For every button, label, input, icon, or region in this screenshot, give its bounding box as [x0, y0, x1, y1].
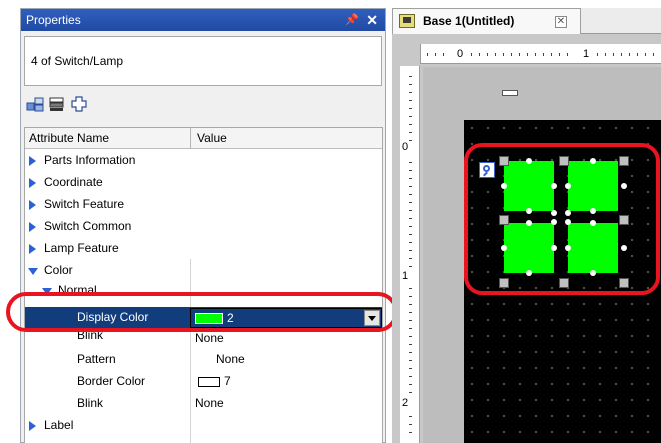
- close-icon[interactable]: ✕: [366, 9, 378, 31]
- ruler-label: 1: [583, 48, 590, 60]
- screen-tab-marker: [502, 90, 518, 96]
- row-coordinate[interactable]: Coordinate: [25, 172, 382, 194]
- selection-info-box: 4 of Switch/Lamp: [24, 36, 382, 86]
- row-label: Label: [44, 418, 74, 432]
- categorize-icon[interactable]: [26, 95, 44, 113]
- properties-toolbar: [24, 89, 382, 119]
- row-value: 7: [224, 374, 231, 388]
- row-color[interactable]: Color: [25, 260, 382, 282]
- tab-base-1[interactable]: Base 1(Untitled) ✕: [392, 8, 581, 34]
- row-label: Coordinate: [44, 175, 103, 189]
- properties-title: Properties: [26, 13, 81, 27]
- row-label: Border Color: [77, 374, 146, 388]
- row-lamp-feature[interactable]: Lamp Feature: [25, 238, 382, 260]
- color-swatch: [198, 377, 220, 387]
- row-label: Lamp Feature: [44, 241, 119, 255]
- add-icon[interactable]: [70, 95, 88, 113]
- row-switch-common[interactable]: Switch Common: [25, 216, 382, 238]
- row-value: None: [195, 331, 224, 345]
- header-separator[interactable]: [190, 128, 191, 149]
- expand-arrow-icon[interactable]: [29, 156, 36, 166]
- highlight-selected-parts: [464, 143, 660, 295]
- collapse-arrow-icon[interactable]: [28, 268, 38, 275]
- row-label: Blink: [77, 396, 104, 410]
- ruler-label: 0: [457, 48, 464, 60]
- grid-header: Attribute Name Value: [25, 128, 382, 149]
- row-switch-feature[interactable]: Switch Feature: [25, 194, 382, 216]
- expand-arrow-icon[interactable]: [29, 178, 36, 188]
- row-label: Switch Feature: [44, 197, 125, 211]
- row-label: Parts Information: [44, 153, 136, 167]
- header-attribute-name[interactable]: Attribute Name: [29, 131, 109, 145]
- row-label: Blink: [77, 331, 104, 342]
- row-label: Color: [44, 263, 73, 277]
- ruler-label: 0: [402, 141, 409, 153]
- header-value[interactable]: Value: [197, 131, 227, 145]
- row-value: None: [195, 396, 224, 410]
- ruler-label: 1: [402, 270, 409, 282]
- tab-close-icon[interactable]: ✕: [555, 16, 567, 28]
- row-label-group[interactable]: Label: [25, 415, 382, 437]
- properties-titlebar: Properties 📌 ✕: [21, 9, 385, 31]
- expand-arrow-icon[interactable]: [29, 200, 36, 210]
- vertical-ruler: 0 1 2: [400, 66, 420, 443]
- expand-arrow-icon[interactable]: [29, 222, 36, 232]
- row-blink-2[interactable]: Blink None: [25, 393, 382, 415]
- expand-arrow-icon[interactable]: [29, 244, 36, 254]
- row-parts-information[interactable]: Parts Information: [25, 150, 382, 172]
- attribute-grid: Attribute Name Value Parts Information C…: [24, 127, 383, 443]
- highlight-display-color: [6, 292, 398, 332]
- row-value: None: [216, 352, 245, 366]
- row-pattern[interactable]: Pattern None: [25, 349, 382, 371]
- screen-icon: [399, 14, 415, 28]
- editor-area: 0 1 0 1 2: [392, 34, 661, 443]
- horizontal-ruler: 0 1: [420, 44, 661, 64]
- row-blink[interactable]: Blink None: [25, 331, 382, 347]
- row-label: Switch Common: [44, 219, 132, 233]
- row-border-color[interactable]: Border Color 7: [25, 371, 382, 393]
- row-label: Pattern: [77, 352, 116, 366]
- tab-title: Base 1(Untitled): [423, 14, 515, 28]
- selection-label: 4 of Switch/Lamp: [31, 54, 124, 68]
- properties-panel: Properties 📌 ✕ 4 of Switch/Lamp Attribut…: [20, 8, 386, 443]
- pin-icon[interactable]: 📌: [345, 9, 359, 31]
- expand-arrow-icon[interactable]: [29, 421, 36, 431]
- ruler-label: 2: [402, 397, 409, 409]
- sort-icon[interactable]: [48, 95, 66, 113]
- editor-tab-strip: Base 1(Untitled) ✕: [392, 8, 661, 34]
